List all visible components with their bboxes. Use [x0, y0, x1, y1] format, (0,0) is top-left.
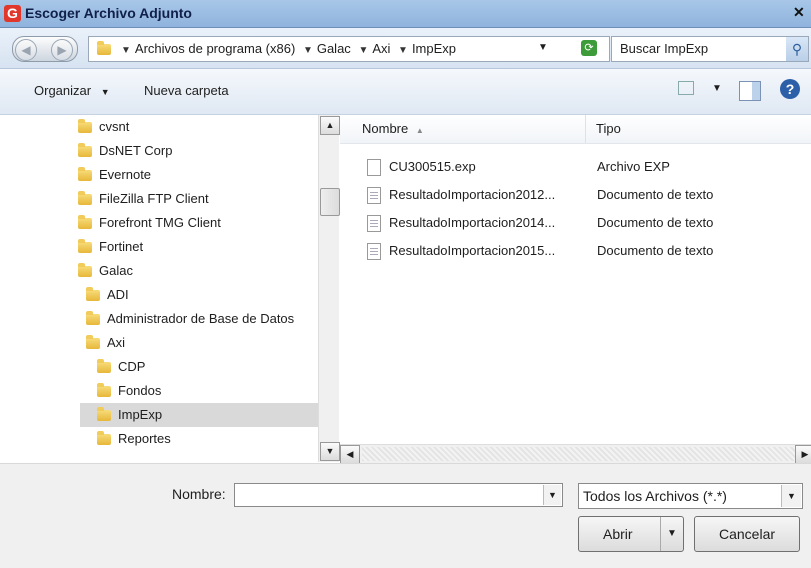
- chevron-down-icon: ▼: [100, 87, 110, 97]
- tree-item[interactable]: Galac: [78, 259, 133, 283]
- scroll-up-icon[interactable]: ▲: [320, 116, 340, 135]
- tree-item[interactable]: Fortinet: [78, 235, 143, 259]
- folder-icon: [97, 431, 111, 446]
- back-icon[interactable]: ◀: [15, 39, 37, 61]
- chevron-down-icon[interactable]: ▼: [538, 42, 548, 53]
- close-button[interactable]: ✕: [793, 4, 811, 23]
- chevron-down-icon[interactable]: ▼: [781, 485, 801, 507]
- folder-icon: [78, 239, 92, 254]
- sort-ascending-icon: ▲: [415, 126, 424, 135]
- breadcrumb-item[interactable]: Galac: [317, 41, 351, 56]
- folder-icon: [78, 215, 92, 230]
- new-folder-button[interactable]: Nueva carpeta: [144, 83, 229, 98]
- tree-item[interactable]: cvsnt: [78, 115, 129, 139]
- scroll-right-icon[interactable]: ▶: [795, 445, 811, 464]
- cancel-button[interactable]: Cancelar: [694, 516, 800, 552]
- file-row[interactable]: CU300515.exp Archivo EXP: [367, 155, 807, 179]
- title-bar: G Escoger Archivo Adjunto ✕: [0, 0, 811, 28]
- tree-item[interactable]: Evernote: [78, 163, 151, 187]
- text-file-icon: [367, 215, 381, 233]
- folder-icon: [97, 407, 111, 422]
- search-icon[interactable]: ⚲: [786, 37, 808, 61]
- chevron-right-icon[interactable]: ▼: [121, 45, 131, 56]
- folder-icon: [86, 287, 100, 302]
- tree-item[interactable]: ADI: [86, 283, 129, 307]
- help-icon[interactable]: ?: [780, 79, 800, 99]
- search-input[interactable]: Buscar ImpExp ⚲: [611, 36, 809, 62]
- navigation-tree: cvsnt DsNET Corp Evernote FileZilla FTP …: [0, 115, 321, 462]
- folder-icon: [78, 191, 92, 206]
- refresh-icon[interactable]: ⟳: [581, 40, 597, 56]
- tree-item[interactable]: CDP: [97, 355, 145, 379]
- column-header: Nombre ▲ Tipo: [340, 115, 811, 144]
- file-icon: [367, 159, 381, 177]
- breadcrumb: ▼ Archivos de programa (x86) ▼ Galac ▼ Axi …: [117, 41, 456, 56]
- filter-value: Todos los Archivos (*.*): [583, 488, 727, 504]
- text-file-icon: [367, 243, 381, 261]
- tree-item[interactable]: Administrador de Base de Datos: [86, 307, 294, 331]
- folder-icon: [78, 119, 92, 134]
- tree-item[interactable]: DsNET Corp: [78, 139, 172, 163]
- file-type: Archivo EXP: [597, 159, 670, 174]
- tree-item[interactable]: Axi: [86, 331, 125, 355]
- file-row[interactable]: ResultadoImportacion2012... Documento de…: [367, 183, 807, 207]
- file-list-scrollbar[interactable]: ◀ ▶: [340, 444, 811, 464]
- folder-icon: [78, 167, 92, 182]
- view-options-icon[interactable]: [678, 81, 694, 95]
- folder-icon: [97, 383, 111, 398]
- scroll-down-icon[interactable]: ▼: [320, 442, 340, 461]
- breadcrumb-item[interactable]: Archivos de programa (x86): [135, 41, 295, 56]
- organize-label: Organizar: [34, 83, 92, 98]
- forward-icon[interactable]: ▶: [51, 39, 73, 61]
- folder-icon: [97, 359, 111, 374]
- file-type: Documento de texto: [597, 187, 714, 202]
- text-file-icon: [367, 187, 381, 205]
- toolbar: Organizar ▼ Nueva carpeta ▼ ?: [0, 69, 811, 115]
- filename-label: Nombre:: [172, 486, 226, 502]
- address-bar-area: ◀ ▶ ▼ Archivos de programa (x86) ▼ Galac ▼…: [0, 28, 811, 69]
- folder-icon: [86, 335, 100, 350]
- folder-icon: [78, 263, 92, 278]
- chevron-right-icon[interactable]: ▼: [303, 45, 313, 56]
- file-type-filter[interactable]: Todos los Archivos (*.*) ▼: [578, 483, 803, 509]
- tree-item[interactable]: Fondos: [97, 379, 161, 403]
- footer: Nombre: ▼ Todos los Archivos (*.*) ▼ Abr…: [0, 463, 811, 568]
- breadcrumb-item[interactable]: ImpExp: [412, 41, 456, 56]
- app-icon: G: [4, 5, 21, 22]
- tree-item-selected[interactable]: ImpExp: [80, 403, 320, 427]
- scrollbar-thumb[interactable]: [320, 188, 340, 216]
- open-label: Abrir: [603, 526, 633, 542]
- column-divider[interactable]: [585, 115, 586, 143]
- file-list: Nombre ▲ Tipo CU300515.exp Archivo EXP R…: [340, 115, 811, 462]
- scrollbar-track[interactable]: [362, 447, 802, 461]
- search-placeholder: Buscar ImpExp: [620, 41, 709, 56]
- column-name[interactable]: Nombre ▲: [362, 121, 424, 136]
- open-button[interactable]: Abrir ▼: [578, 516, 684, 552]
- breadcrumb-item[interactable]: Axi: [372, 41, 390, 56]
- organize-button[interactable]: Organizar ▼: [34, 83, 110, 98]
- address-box[interactable]: ▼ Archivos de programa (x86) ▼ Galac ▼ Axi …: [88, 36, 610, 62]
- chevron-down-icon[interactable]: ▼: [543, 485, 561, 505]
- file-type: Documento de texto: [597, 243, 714, 258]
- filename-input[interactable]: ▼: [234, 483, 563, 507]
- folder-icon: [97, 41, 111, 55]
- scroll-left-icon[interactable]: ◀: [340, 445, 360, 464]
- tree-item[interactable]: Forefront TMG Client: [78, 211, 221, 235]
- chevron-right-icon[interactable]: ▼: [398, 45, 408, 56]
- chevron-down-icon[interactable]: ▼: [712, 83, 722, 94]
- tree-scrollbar[interactable]: ▲ ▼: [318, 115, 340, 462]
- chevron-right-icon[interactable]: ▼: [358, 45, 368, 56]
- tree-item[interactable]: FileZilla FTP Client: [78, 187, 209, 211]
- window-title: Escoger Archivo Adjunto: [25, 5, 192, 21]
- column-type[interactable]: Tipo: [596, 121, 621, 136]
- file-row[interactable]: ResultadoImportacion2014... Documento de…: [367, 211, 807, 235]
- folder-icon: [86, 311, 100, 326]
- navigation-buttons: ◀ ▶: [12, 36, 78, 62]
- preview-pane-icon[interactable]: [739, 81, 761, 101]
- chevron-down-icon[interactable]: ▼: [660, 517, 683, 551]
- folder-icon: [78, 143, 92, 158]
- tree-item[interactable]: Reportes: [97, 427, 171, 451]
- file-row[interactable]: ResultadoImportacion2015... Documento de…: [367, 239, 807, 263]
- file-type: Documento de texto: [597, 215, 714, 230]
